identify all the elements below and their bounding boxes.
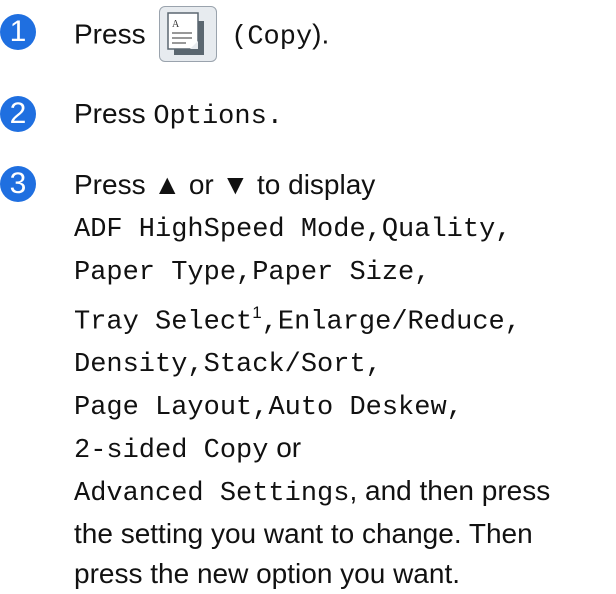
line-5: Page Layout,Auto Deskew, [74,393,463,424]
step-1: 1 Press A (Copy). [0,0,616,70]
step-2: 2 Press Options. [0,92,616,142]
line-4: Density,Stack/Sort, [74,350,382,381]
step-number-badge: 2 [0,96,36,132]
step-number-badge: 3 [0,166,36,202]
step-3-body: ADF HighSpeed Mode,Quality, Paper Type,P… [74,207,550,594]
paren-close: ). [312,18,330,50]
press-label: Press [74,98,146,129]
line-6: 2-sided Copy or [74,432,302,467]
copy-button[interactable]: A [159,6,218,62]
svg-text:A: A [172,19,180,30]
step-3-intro: Press ▲ or ▼ to display [74,169,376,200]
line-1: ADF HighSpeed Mode,Quality, [74,215,512,245]
line-3: Tray Select1,Enlarge/Reduce, [74,303,521,338]
step-1-text: Press A (Copy). [74,6,330,64]
period: . [266,102,283,132]
step-number-badge: 1 [0,14,36,50]
paren-open: ( [231,22,248,53]
copy-key-label: Copy [247,22,313,53]
press-label: Press [74,18,146,50]
line-9: press the new option you want. [74,558,461,590]
line-7: Advanced Settings, and then press [74,475,551,510]
line-8: the setting you want to change. Then [74,518,533,550]
line-2: Paper Type,Paper Size, [74,258,431,288]
step-2-text: Press Options. [74,95,283,136]
options-key-label: Options [153,102,267,132]
copy-icon: A [167,12,205,55]
footnote-marker: 1 [252,303,262,322]
page: { "steps": [ { "number": "1", "press": "… [0,0,616,589]
